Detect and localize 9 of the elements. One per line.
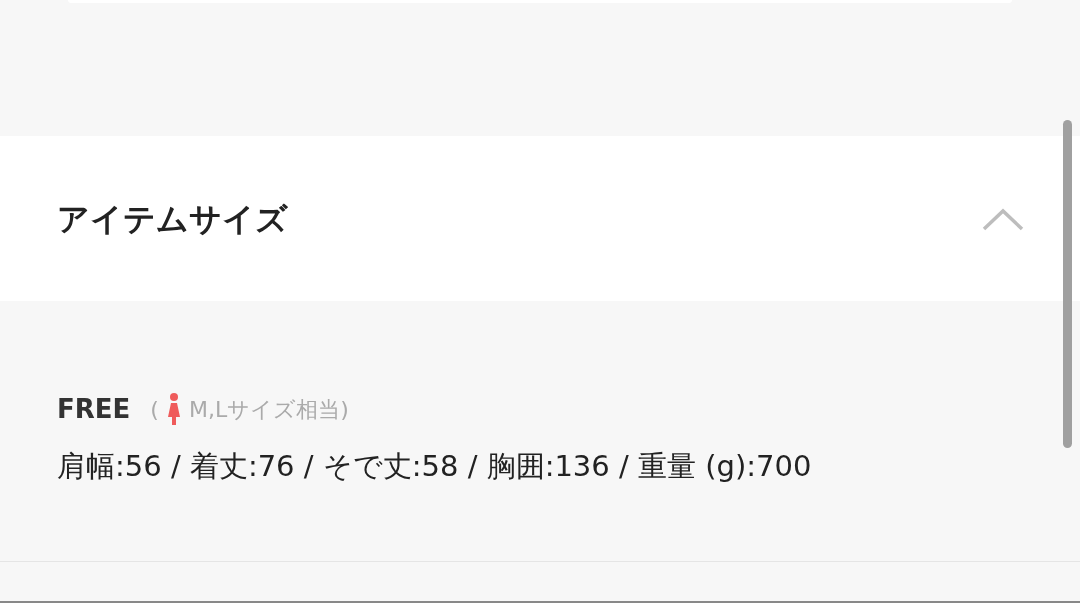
size-name: FREE bbox=[57, 392, 131, 426]
paren-text: ( bbox=[150, 395, 159, 424]
size-equivalent: M,Lサイズ相当) bbox=[188, 395, 349, 424]
section-title: アイテムサイズ bbox=[57, 198, 288, 240]
measurements-text: 肩幅:56 / 着丈:76 / そで丈:58 / 胸囲:136 / 重量 (g):700 bbox=[57, 448, 813, 485]
chevron-icon bbox=[982, 206, 1024, 231]
scrollbar[interactable] bbox=[1063, 120, 1072, 448]
woman-icon bbox=[166, 393, 181, 425]
accordion-header[interactable]: アイテムサイズ bbox=[0, 136, 1080, 301]
